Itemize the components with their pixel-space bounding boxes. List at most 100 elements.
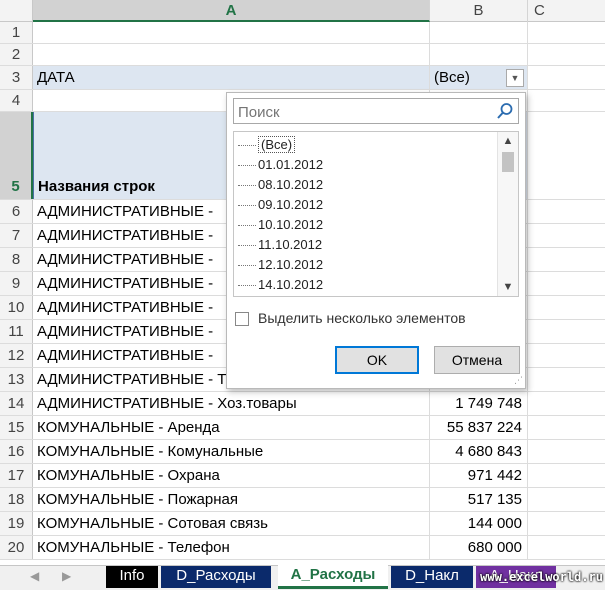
cell-b[interactable]: 680 000	[430, 536, 528, 559]
row-header[interactable]: 6	[0, 200, 33, 223]
cell-b[interactable]: 144 000	[430, 512, 528, 535]
cell-b[interactable]	[430, 22, 528, 43]
cell-b[interactable]: 4 680 843	[430, 440, 528, 463]
filter-list-item[interactable]: (Все)	[238, 135, 296, 155]
filter-list-item[interactable]: 10.10.2012	[238, 215, 323, 235]
row-header[interactable]: 2	[0, 44, 33, 65]
row-header[interactable]: 7	[0, 224, 33, 247]
ok-button[interactable]: OK	[335, 346, 419, 374]
row-header[interactable]: 18	[0, 488, 33, 511]
cell-b[interactable]: 971 442	[430, 464, 528, 487]
sheet-tab[interactable]: Info	[106, 566, 158, 588]
table-row[interactable]: 20 КОМУНАЛЬНЫЕ - Телефон 680 000	[0, 536, 605, 560]
row-header[interactable]: 1	[0, 22, 33, 43]
filter-item-label: 09.10.2012	[258, 197, 324, 212]
filter-item-label: (Все)	[258, 136, 296, 153]
filter-dropdown-icon[interactable]: ▼	[506, 69, 524, 87]
cell-a[interactable]: КОМУНАЛЬНЫЕ - Пожарная	[33, 488, 430, 511]
tree-line	[238, 145, 256, 147]
cell-b[interactable]: 1 749 748	[430, 392, 528, 415]
scroll-thumb[interactable]	[502, 152, 514, 172]
table-row[interactable]: 3 ДАТА (Все) ▼	[0, 66, 605, 90]
cell-b[interactable]: 55 837 224	[430, 416, 528, 439]
filter-item-label: 12.10.2012	[258, 257, 324, 272]
search-icon	[497, 103, 513, 119]
row-header[interactable]: 17	[0, 464, 33, 487]
cell-a[interactable]: КОМУНАЛЬНЫЕ - Сотовая связь	[33, 512, 430, 535]
tab-scroll-right-icon[interactable]: ▶	[62, 569, 71, 583]
tab-scroll-left-icon[interactable]: ◀	[30, 569, 39, 583]
filter-list-item[interactable]: 14.10.2012	[238, 275, 323, 295]
cell-a[interactable]: ДАТА	[33, 66, 430, 89]
row-header[interactable]: 15	[0, 416, 33, 439]
table-row[interactable]: 2	[0, 44, 605, 66]
filter-list-item[interactable]: 11.10.2012	[238, 235, 322, 255]
table-row[interactable]: 17 КОМУНАЛЬНЫЕ - Охрана 971 442	[0, 464, 605, 488]
sheet-tab[interactable]: D_Накл	[391, 566, 473, 588]
tree-line	[238, 165, 256, 167]
sheet-tab[interactable]: A_Расходы	[278, 565, 388, 589]
cell-a[interactable]: КОМУНАЛЬНЫЕ - Аренда	[33, 416, 430, 439]
table-row[interactable]: 19 КОМУНАЛЬНЫЕ - Сотовая связь 144 000	[0, 512, 605, 536]
resize-grip-icon[interactable]: ⋰	[514, 375, 523, 386]
row-header[interactable]: 3	[0, 66, 33, 89]
row-header[interactable]: 13	[0, 368, 33, 391]
row-header[interactable]: 16	[0, 440, 33, 463]
row-header[interactable]: 8	[0, 248, 33, 271]
tree-line	[238, 245, 256, 247]
column-header-a[interactable]: A	[33, 0, 430, 22]
table-row[interactable]: 18 КОМУНАЛЬНЫЕ - Пожарная 517 135	[0, 488, 605, 512]
table-row[interactable]: 15 КОМУНАЛЬНЫЕ - Аренда 55 837 224	[0, 416, 605, 440]
row-header[interactable]: 20	[0, 536, 33, 559]
table-row[interactable]: 16 КОМУНАЛЬНЫЕ - Комунальные 4 680 843	[0, 440, 605, 464]
column-header-bar: A B C	[33, 0, 605, 22]
multi-select-checkbox[interactable]	[235, 312, 249, 326]
filter-item-label: 10.10.2012	[258, 217, 324, 232]
table-row[interactable]: 14 АДМИНИСТРАТИВНЫЕ - Хоз.товары 1 749 748	[0, 392, 605, 416]
tree-line	[238, 225, 256, 227]
row-header[interactable]: 19	[0, 512, 33, 535]
multi-select-label: Выделить несколько элементов	[258, 310, 466, 326]
filter-item-label: 11.10.2012	[258, 237, 323, 252]
select-all-corner[interactable]	[0, 0, 33, 22]
row-header[interactable]: 5	[0, 112, 33, 199]
row-header[interactable]: 14	[0, 392, 33, 415]
filter-item-label: 08.10.2012	[258, 177, 324, 192]
filter-items-list[interactable]: (Все) 01.01.2012 08.10.2012 09.10.2012 10.10…	[233, 131, 519, 297]
filter-item-label: 01.01.2012	[258, 157, 324, 172]
column-header-b[interactable]: B	[430, 0, 528, 22]
cell-a[interactable]: КОМУНАЛЬНЫЕ - Комунальные	[33, 440, 430, 463]
filter-list-item[interactable]: 09.10.2012	[238, 195, 323, 215]
scroll-down-icon[interactable]: ▼	[498, 278, 518, 296]
cancel-button[interactable]: Отмена	[434, 346, 520, 374]
filter-item-label: 14.10.2012	[258, 277, 324, 292]
row-header[interactable]: 12	[0, 344, 33, 367]
row-header[interactable]: 11	[0, 320, 33, 343]
table-row[interactable]: 1	[0, 22, 605, 44]
list-scrollbar[interactable]: ▲ ▼	[497, 132, 518, 296]
row-header[interactable]: 9	[0, 272, 33, 295]
tree-line	[238, 205, 256, 207]
tree-line	[238, 285, 256, 287]
column-header-c[interactable]: C	[528, 0, 605, 22]
pivot-filter-dropdown[interactable]: (Все) 01.01.2012 08.10.2012 09.10.2012 10.10…	[226, 92, 526, 389]
cell-a[interactable]: КОМУНАЛЬНЫЕ - Охрана	[33, 464, 430, 487]
cell-a[interactable]	[33, 44, 430, 65]
cell-a[interactable]	[33, 22, 430, 43]
cell-b[interactable]	[430, 44, 528, 65]
scroll-up-icon[interactable]: ▲	[498, 132, 518, 150]
cell-a[interactable]: АДМИНИСТРАТИВНЫЕ - Хоз.товары	[33, 392, 430, 415]
row-header[interactable]: 10	[0, 296, 33, 319]
search-box[interactable]	[233, 98, 519, 125]
filter-list-item[interactable]: 08.10.2012	[238, 175, 323, 195]
cell-a[interactable]: КОМУНАЛЬНЫЕ - Телефон	[33, 536, 430, 559]
tree-line	[238, 265, 256, 267]
sheet-tab[interactable]: D_Расходы	[161, 566, 271, 588]
search-input[interactable]	[234, 99, 500, 125]
filter-list-item[interactable]: 12.10.2012	[238, 255, 323, 275]
filter-list-item[interactable]: 01.01.2012	[238, 155, 323, 175]
row-header[interactable]: 4	[0, 90, 33, 111]
sheet-tab-bar: ◀ ▶ Info D_Расходы A_Расходы D_Накл A_Накл w…	[0, 565, 605, 590]
watermark: www.excelworld.ru	[480, 570, 603, 584]
cell-b[interactable]: 517 135	[430, 488, 528, 511]
